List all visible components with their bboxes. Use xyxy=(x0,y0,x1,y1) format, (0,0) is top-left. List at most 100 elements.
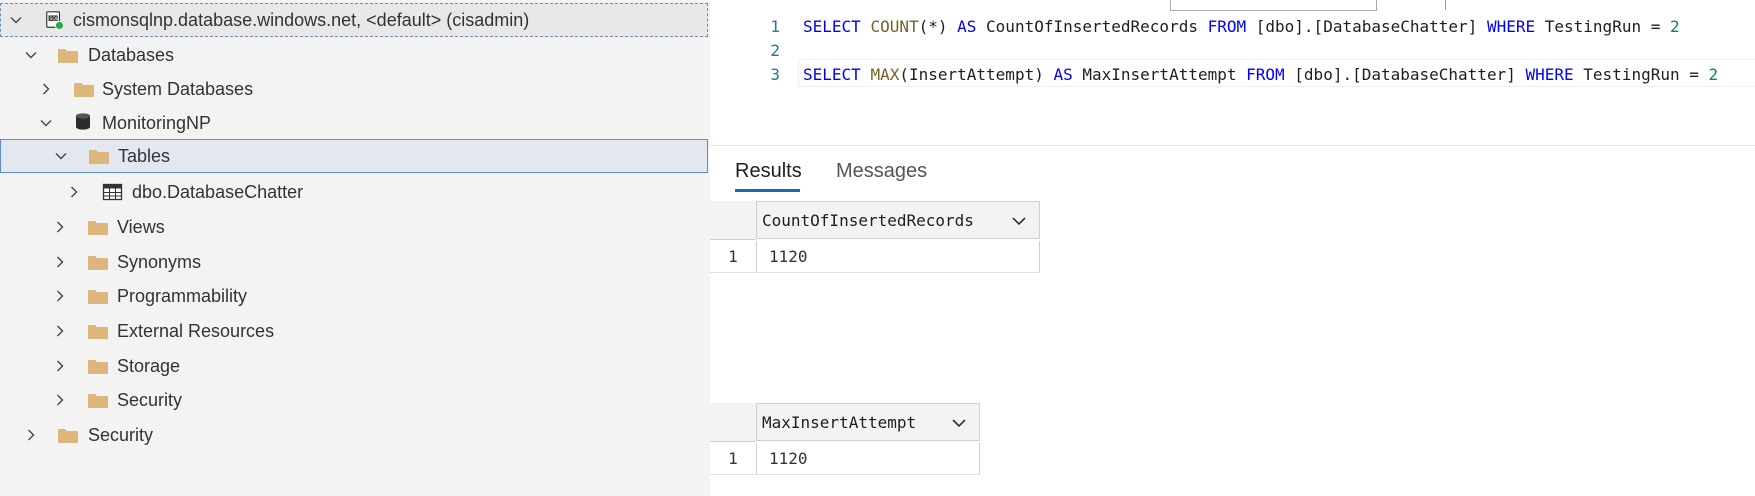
sql-text: (*) xyxy=(918,17,958,36)
sql-keyword: FROM xyxy=(1207,17,1247,36)
folder-icon xyxy=(87,217,109,237)
sql-text: CountOfInsertedRecords xyxy=(976,17,1208,36)
sql-number: 2 xyxy=(1669,17,1680,36)
chevron-right-icon[interactable] xyxy=(51,218,69,236)
chevron-right-icon[interactable] xyxy=(51,357,69,375)
sql-text: [dbo].[DatabaseChatter] xyxy=(1284,65,1526,84)
tree-node-programmability[interactable]: Programmability xyxy=(0,279,708,313)
folder-icon xyxy=(87,321,109,341)
line-number: 2 xyxy=(770,41,780,60)
result-grid-1[interactable]: CountOfInsertedRecords 1 1120 xyxy=(710,201,1040,276)
chevron-down-icon[interactable] xyxy=(37,114,55,132)
tree-node-table-databasechatter[interactable]: dbo.DatabaseChatter xyxy=(0,175,708,209)
tree-node-databases[interactable]: Databases xyxy=(0,38,708,72)
tree-node-synonyms[interactable]: Synonyms xyxy=(0,245,708,279)
editor-toolbar-remnant xyxy=(1170,0,1377,11)
external-resources-label: External Resources xyxy=(117,321,275,341)
line-number: 3 xyxy=(770,65,780,84)
column-header[interactable]: CountOfInsertedRecords xyxy=(756,201,1040,239)
code-line-3[interactable]: SELECT MAX(InsertAttempt) AS MaxInsertAt… xyxy=(803,65,1718,84)
row-number[interactable]: 1 xyxy=(710,241,756,273)
chevron-down-icon[interactable] xyxy=(52,147,70,165)
database-label: MonitoringNP xyxy=(102,113,212,133)
synonyms-label: Synonyms xyxy=(117,252,202,272)
results-panel: Results Messages CountOfInsertedRecords … xyxy=(710,146,1755,496)
database-icon xyxy=(73,112,95,132)
views-label: Views xyxy=(117,217,165,237)
table-label: dbo.DatabaseChatter xyxy=(132,182,304,202)
programmability-label: Programmability xyxy=(117,286,248,306)
sql-number: 2 xyxy=(1708,65,1719,84)
row-number[interactable]: 1 xyxy=(710,443,756,475)
grid-corner[interactable] xyxy=(710,201,756,240)
sql-keyword: WHERE xyxy=(1486,17,1536,36)
chevron-down-icon[interactable] xyxy=(949,413,969,433)
grid-corner[interactable] xyxy=(710,403,756,442)
editor-toolbar-divider xyxy=(1445,0,1446,10)
tree-node-database-security[interactable]: Security xyxy=(0,383,708,417)
tree-node-storage[interactable]: Storage xyxy=(0,349,708,383)
query-editor[interactable]: 1 2 3 SELECT COUNT(*) AS CountOfInserted… xyxy=(710,0,1755,146)
folder-icon xyxy=(87,252,109,272)
result-cell[interactable]: 1120 xyxy=(756,241,1040,273)
active-tab-indicator xyxy=(735,189,800,192)
tables-label: Tables xyxy=(118,146,171,166)
chevron-right-icon[interactable] xyxy=(51,287,69,305)
sql-keyword: FROM xyxy=(1246,65,1285,84)
column-header-label: MaxInsertAttempt xyxy=(762,412,917,432)
chevron-right-icon[interactable] xyxy=(51,391,69,409)
chevron-right-icon[interactable] xyxy=(51,253,69,271)
sql-keyword: SELECT xyxy=(803,65,861,84)
chevron-down-icon[interactable] xyxy=(7,11,25,29)
folder-icon xyxy=(87,390,109,410)
tree-node-views[interactable]: Views xyxy=(0,210,708,244)
sql-text: TestingRun = xyxy=(1573,65,1709,84)
column-header[interactable]: MaxInsertAttempt xyxy=(756,403,980,441)
chevron-right-icon[interactable] xyxy=(22,426,40,444)
sql-keyword: SELECT xyxy=(803,17,861,36)
chevron-down-icon[interactable] xyxy=(1009,211,1029,231)
chevron-right-icon[interactable] xyxy=(51,322,69,340)
code-line-1[interactable]: SELECT COUNT(*) AS CountOfInsertedRecord… xyxy=(803,17,1680,36)
sql-keyword: AS xyxy=(957,17,977,36)
result-grid-2[interactable]: MaxInsertAttempt 1 1120 xyxy=(710,403,980,478)
server-label: cismonsqlnp.database.windows.net, <defau… xyxy=(73,10,530,30)
tree-node-server[interactable]: SQL cismonsqlnp.database.windows.net, <d… xyxy=(0,3,708,37)
line-number: 1 xyxy=(770,17,780,36)
tab-results[interactable]: Results xyxy=(735,160,802,183)
tree-node-system-databases[interactable]: System Databases xyxy=(0,72,708,106)
tree-node-server-security[interactable]: Security xyxy=(0,418,708,452)
sql-function: COUNT xyxy=(870,17,919,36)
sql-server-icon: SQL xyxy=(43,10,65,30)
table-icon xyxy=(102,182,124,202)
object-explorer: SQL cismonsqlnp.database.windows.net, <d… xyxy=(0,0,710,496)
sql-function: MAX xyxy=(870,65,900,84)
sql-text: [dbo].[DatabaseChatter] xyxy=(1246,17,1487,36)
folder-icon xyxy=(73,79,95,99)
sql-text: (InsertAttempt) xyxy=(899,65,1054,84)
sql-text: TestingRun = xyxy=(1535,17,1670,36)
database-security-label: Security xyxy=(117,390,183,410)
folder-icon xyxy=(88,146,110,166)
storage-label: Storage xyxy=(117,356,181,376)
chevron-right-icon[interactable] xyxy=(37,80,55,98)
svg-text:SQL: SQL xyxy=(49,16,58,22)
chevron-right-icon[interactable] xyxy=(65,183,83,201)
column-header-label: CountOfInsertedRecords xyxy=(762,210,974,230)
sql-keyword: WHERE xyxy=(1525,65,1574,84)
folder-icon xyxy=(87,286,109,306)
databases-label: Databases xyxy=(88,45,175,65)
folder-icon xyxy=(57,425,79,445)
sql-text: MaxInsertAttempt xyxy=(1072,65,1247,84)
server-security-label: Security xyxy=(88,425,154,445)
folder-icon xyxy=(87,356,109,376)
sql-keyword: AS xyxy=(1053,65,1073,84)
system-databases-label: System Databases xyxy=(102,79,254,99)
result-cell[interactable]: 1120 xyxy=(756,443,980,475)
tree-node-monitoringnp[interactable]: MonitoringNP xyxy=(0,106,708,140)
folder-icon xyxy=(57,45,79,65)
tree-node-external-resources[interactable]: External Resources xyxy=(0,314,708,348)
chevron-down-icon[interactable] xyxy=(22,46,40,64)
tree-node-tables[interactable]: Tables xyxy=(0,139,708,173)
tab-messages[interactable]: Messages xyxy=(836,160,927,183)
